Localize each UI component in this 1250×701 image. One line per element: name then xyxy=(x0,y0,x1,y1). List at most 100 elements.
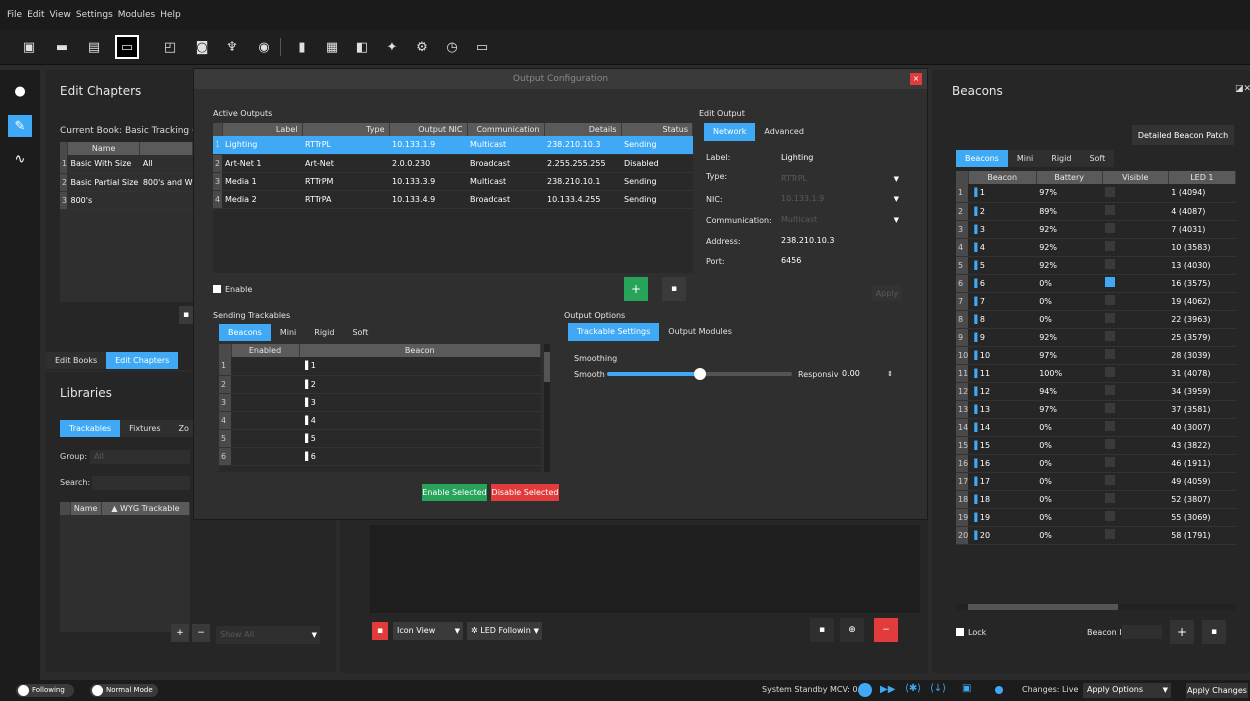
tab-soft[interactable]: Soft xyxy=(343,324,378,341)
show-all-select[interactable]: Show All ▼ xyxy=(216,626,320,644)
tab-rigid[interactable]: Rigid xyxy=(1042,150,1081,167)
detailed-beacon-patch-button[interactable]: Detailed Beacon Patch xyxy=(1132,125,1234,145)
display-icon[interactable]: ▣ xyxy=(962,683,971,694)
remove-button[interactable]: − xyxy=(874,618,898,642)
tab-output-modules[interactable]: Output Modules xyxy=(659,323,741,341)
cube-icon[interactable]: ◧ xyxy=(350,35,374,59)
table-row[interactable]: 6 ▐ 6 0% 16 (3575) xyxy=(956,274,1236,293)
table-row[interactable]: 12 ▐ 12 94% 34 (3959) xyxy=(956,382,1236,401)
settings-gear-icon[interactable]: ⚙ xyxy=(410,35,434,59)
table-row[interactable]: 3 800's xyxy=(60,191,193,210)
window-icon[interactable]: ◰ xyxy=(158,35,182,59)
tab-mini[interactable]: Mini xyxy=(270,324,306,341)
open-folder-icon[interactable]: ▬ xyxy=(50,35,74,59)
copy-icon[interactable]: ▪ xyxy=(810,618,834,642)
table-row[interactable]: 14 ▐ 14 0% 40 (3007) xyxy=(956,418,1236,437)
table-row[interactable]: 2 Art-Net 1 Art-Net 2.0.0.230 Broadcast 2.255… xyxy=(213,154,693,173)
table-row[interactable]: 3 ▐ 3 xyxy=(219,393,541,412)
tab-advanced[interactable]: Advanced xyxy=(755,123,813,141)
table-row[interactable]: 17 ▐ 17 0% 49 (4059) xyxy=(956,472,1236,491)
scrollbar[interactable] xyxy=(544,344,550,472)
menu-edit[interactable]: Edit xyxy=(27,10,44,20)
table-row[interactable]: 13 ▐ 13 97% 37 (3581) xyxy=(956,400,1236,419)
table-row[interactable]: 4 ▐ 4 92% 10 (3583) xyxy=(956,238,1236,257)
table-row[interactable]: 11 ▐ 11 100% 31 (4078) xyxy=(956,364,1236,383)
horizontal-scrollbar[interactable] xyxy=(956,604,1236,610)
table-row[interactable]: 18 ▐ 18 0% 52 (3807) xyxy=(956,490,1236,509)
table-row[interactable]: 10 ▐ 10 97% 28 (3039) xyxy=(956,346,1236,365)
play-forward-icon[interactable]: ▶▶ xyxy=(880,684,895,695)
close-icon[interactable]: × xyxy=(910,73,922,85)
table-row[interactable]: 16 ▐ 16 0% 46 (1911) xyxy=(956,454,1236,473)
type-select[interactable]: RTTrPL ▼ xyxy=(777,172,902,186)
menu-settings[interactable]: Settings xyxy=(76,10,113,20)
eye-icon[interactable]: ● xyxy=(8,80,32,102)
table-row[interactable]: 2 ▐ 2 xyxy=(219,375,541,394)
antenna-icon[interactable]: ♆ xyxy=(220,35,244,59)
search-input[interactable] xyxy=(92,476,190,490)
table-row[interactable]: 19 ▐ 19 0% 55 (3069) xyxy=(956,508,1236,527)
disable-selected-button[interactable]: Disable Selected xyxy=(491,484,559,501)
group-select[interactable]: All xyxy=(90,450,190,464)
undock-close-icon[interactable]: ◪✕ xyxy=(1235,84,1250,94)
delete-beacon-button[interactable]: ▪ xyxy=(1202,620,1226,644)
refresh-icon[interactable]: ◙ xyxy=(190,35,214,59)
tracker-icon[interactable]: ✦ xyxy=(380,35,404,59)
apply-options-select[interactable]: Apply Options ▼ xyxy=(1083,683,1171,698)
add-beacon-button[interactable]: + xyxy=(1170,620,1194,644)
add-output-button[interactable]: + xyxy=(624,277,648,301)
slider-handle[interactable] xyxy=(693,368,706,380)
communication-select[interactable]: Multicast ▼ xyxy=(777,213,902,227)
wifi-icon[interactable]: ◉ xyxy=(252,35,276,59)
tab-rigid[interactable]: Rigid xyxy=(305,324,344,341)
smoothing-value-spinbox[interactable]: 0.00 ⇕ xyxy=(838,367,896,381)
table-row[interactable]: 1 Lighting RTTrPL 10.133.1.9 Multicast 238.21… xyxy=(213,136,693,155)
label-input[interactable]: Lighting xyxy=(777,151,902,165)
person-tracking-icon[interactable]: ⟨✱⟩ xyxy=(905,683,921,694)
table-row[interactable]: 1 Basic With Size All xyxy=(60,155,193,174)
apply-button[interactable]: Apply xyxy=(872,285,902,301)
grid-canvas[interactable] xyxy=(370,525,920,613)
tab-trackable-settings[interactable]: Trackable Settings xyxy=(568,323,660,341)
led-following-select[interactable]: ✲ LED Followin ▼ xyxy=(467,622,542,640)
table-row[interactable]: 2 Basic Partial Size 800's and W xyxy=(60,173,193,192)
new-file-icon[interactable]: ▣ xyxy=(17,35,41,59)
add-library-button[interactable]: + xyxy=(171,624,189,642)
lock-checkbox[interactable]: Lock xyxy=(956,628,986,637)
table-row[interactable]: 4 Media 2 RTTrPA 10.133.4.9 Broadcast 10.133.… xyxy=(213,190,693,209)
port-input[interactable]: 6456 xyxy=(777,254,902,268)
normal-mode-toggle[interactable]: Normal Mode xyxy=(90,684,158,697)
table-row[interactable]: 5 ▐ 5 xyxy=(219,429,541,448)
copy-chapter-button[interactable]: ▪ xyxy=(179,306,193,324)
address-input[interactable]: 238.210.10.3 xyxy=(777,234,902,248)
tab-mini[interactable]: Mini xyxy=(1007,150,1043,167)
menu-file[interactable]: File xyxy=(7,10,22,20)
table-row[interactable]: 6 ▐ 6 xyxy=(219,447,541,466)
table-row[interactable]: 1 ▐ 1 97% 1 (4094) xyxy=(956,184,1236,203)
beacon-id-input[interactable] xyxy=(1122,625,1162,639)
remove-library-button[interactable]: − xyxy=(192,624,210,642)
enable-checkbox[interactable]: Enable xyxy=(213,285,252,294)
icon-view-select[interactable]: Icon View ▼ xyxy=(393,622,463,640)
apply-changes-button[interactable]: Apply Changes xyxy=(1186,683,1248,698)
table-row[interactable]: 1 ▐ 1 xyxy=(219,357,541,376)
tab-trackables[interactable]: Trackables xyxy=(60,420,121,437)
table-row[interactable]: 3 ▐ 3 92% 7 (4031) xyxy=(956,220,1236,239)
terminal-icon[interactable]: ▭ xyxy=(470,35,494,59)
table-row[interactable]: 20 ▐ 20 0% 58 (1791) xyxy=(956,526,1236,545)
delete-output-button[interactable]: ▪ xyxy=(662,277,686,301)
enable-selected-button[interactable]: Enable Selected xyxy=(422,484,487,501)
tab-soft[interactable]: Soft xyxy=(1080,150,1115,167)
smoothing-slider[interactable] xyxy=(607,368,792,380)
link-icon[interactable]: ⊕ xyxy=(840,618,864,642)
menu-help[interactable]: Help xyxy=(160,10,181,20)
menu-modules[interactable]: Modules xyxy=(118,10,155,20)
record-button[interactable]: ▪ xyxy=(372,622,388,640)
table-row[interactable]: 5 ▐ 5 92% 13 (4030) xyxy=(956,256,1236,275)
table-row[interactable]: 8 ▐ 8 0% 22 (3963) xyxy=(956,310,1236,329)
clock-icon[interactable]: ◷ xyxy=(440,35,464,59)
table-row[interactable]: 7 ▐ 7 0% 19 (4062) xyxy=(956,292,1236,311)
tab-beacons[interactable]: Beacons xyxy=(219,324,271,341)
table-row[interactable]: 4 ▐ 4 xyxy=(219,411,541,430)
panel-icon[interactable]: ▮ xyxy=(290,35,314,59)
